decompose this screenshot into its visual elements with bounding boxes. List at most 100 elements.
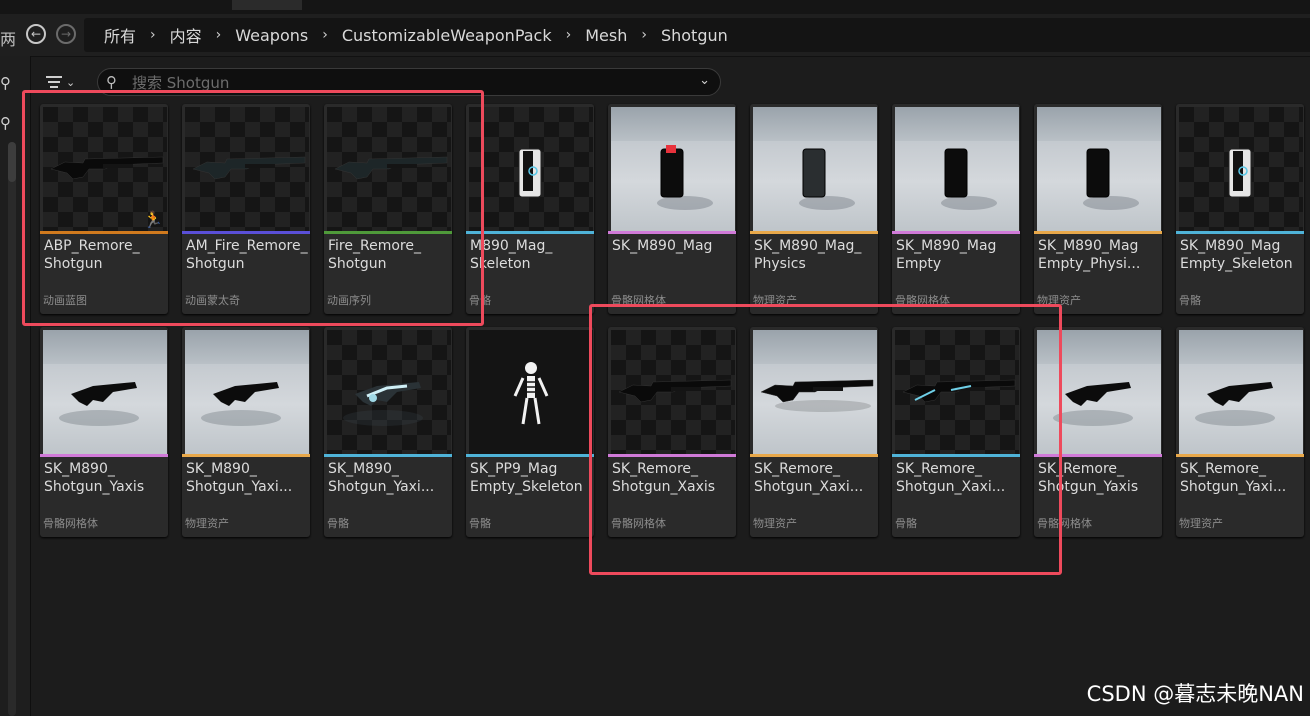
gun-y-preview bbox=[1053, 382, 1133, 426]
asset-type-color-bar bbox=[750, 454, 878, 457]
breadcrumb-item-mesh[interactable]: Mesh bbox=[585, 26, 627, 45]
mag-white-preview bbox=[1228, 148, 1252, 198]
asset-thumbnail bbox=[469, 330, 593, 454]
asset-thumbnail bbox=[611, 330, 735, 454]
asset-type-label: 骨骼 bbox=[469, 517, 491, 530]
shotgun-black-preview bbox=[760, 379, 874, 412]
gun-y-white-preview bbox=[343, 382, 423, 426]
chevron-right-icon[interactable]: › bbox=[322, 27, 328, 43]
asset-name: SK_M890_Mag Empty_Physi... bbox=[1038, 238, 1141, 272]
asset-type-color-bar bbox=[40, 231, 168, 234]
asset-name: M890_Mag_ Skeleton bbox=[470, 238, 553, 272]
search-icon[interactable]: ⚲ bbox=[0, 74, 11, 92]
asset-tile[interactable]: SK_M890_Mag Empty_Physi... 物理资产 bbox=[1034, 104, 1162, 314]
asset-tile[interactable]: SK_M890_ Shotgun_Yaxi... 骨骼 bbox=[324, 327, 452, 537]
arrow-right-circle-icon: → bbox=[60, 27, 72, 41]
asset-tile[interactable]: SK_M890_ Shotgun_Yaxis 骨骼网格体 bbox=[40, 327, 168, 537]
chevron-right-icon[interactable]: › bbox=[216, 27, 222, 43]
asset-tile[interactable]: SK_Remore_ Shotgun_Yaxis 骨骼网格体 bbox=[1034, 327, 1162, 537]
panel-edge-label: 两 bbox=[0, 30, 17, 49]
window-tab[interactable] bbox=[232, 0, 302, 10]
asset-tile[interactable]: 🏃 ABP_Remore_ Shotgun 动画蓝图 bbox=[40, 104, 168, 314]
asset-tile[interactable]: SK_M890_Mag_ Physics 物理资产 bbox=[750, 104, 878, 314]
asset-name: SK_PP9_Mag Empty_Skeleton bbox=[470, 461, 583, 495]
asset-thumbnail bbox=[327, 107, 451, 231]
asset-thumbnail bbox=[469, 107, 593, 231]
skeleton-preview bbox=[513, 362, 549, 425]
asset-tile[interactable]: Fire_Remore_ Shotgun 动画序列 bbox=[324, 104, 452, 314]
asset-type-color-bar bbox=[324, 454, 452, 457]
breadcrumb-item-weapons[interactable]: Weapons bbox=[235, 26, 308, 45]
breadcrumb: 所有 › 内容 › Weapons › CustomizableWeaponPa… bbox=[84, 18, 1310, 52]
asset-tile[interactable]: SK_M890_Mag 骨骼网格体 bbox=[608, 104, 736, 314]
search-icon: ⚲ bbox=[106, 73, 117, 91]
search-input[interactable] bbox=[130, 71, 674, 95]
window-tab-strip bbox=[0, 0, 1310, 14]
asset-name: SK_M890_Mag Empty_Skeleton bbox=[1180, 238, 1293, 272]
asset-tile[interactable]: SK_Remore_ Shotgun_Xaxi... 物理资产 bbox=[750, 327, 878, 537]
asset-type-label: 骨骼 bbox=[895, 517, 917, 530]
asset-tile[interactable]: SK_Remore_ Shotgun_Xaxi... 骨骼 bbox=[892, 327, 1020, 537]
asset-tile[interactable]: SK_PP9_Mag Empty_Skeleton 骨骼 bbox=[466, 327, 594, 537]
asset-tile[interactable]: M890_Mag_ Skeleton 骨骼 bbox=[466, 104, 594, 314]
asset-name: SK_M890_Mag_ Physics bbox=[754, 238, 862, 272]
asset-name: ABP_Remore_ Shotgun bbox=[44, 238, 140, 272]
breadcrumb-item-content[interactable]: 内容 bbox=[170, 23, 202, 47]
arrow-left-circle-icon: ← bbox=[30, 27, 42, 41]
asset-type-label: 骨骼 bbox=[1179, 294, 1201, 307]
asset-type-color-bar bbox=[182, 454, 310, 457]
breadcrumb-item-shotgun[interactable]: Shotgun bbox=[661, 26, 728, 45]
asset-tile[interactable]: SK_Remore_ Shotgun_Yaxi... 物理资产 bbox=[1176, 327, 1304, 537]
asset-type-label: 物理资产 bbox=[1037, 294, 1081, 307]
asset-tile[interactable]: SK_M890_Mag Empty_Skeleton 骨骼 bbox=[1176, 104, 1304, 314]
asset-name: SK_Remore_ Shotgun_Xaxis bbox=[612, 461, 716, 495]
chevron-right-icon[interactable]: › bbox=[641, 27, 647, 43]
search-box[interactable]: ⚲ ⌄ bbox=[97, 68, 721, 96]
sources-panel-collapsed: ⚲ ⚲ bbox=[0, 56, 31, 716]
asset-thumbnail bbox=[895, 330, 1019, 454]
back-button[interactable]: ← bbox=[26, 24, 46, 44]
asset-tile[interactable]: SK_Remore_ Shotgun_Xaxis 骨骼网格体 bbox=[608, 327, 736, 537]
asset-type-label: 物理资产 bbox=[1179, 517, 1223, 530]
mag-red-preview bbox=[657, 145, 713, 210]
scrollbar[interactable] bbox=[8, 142, 16, 716]
scrollbar-thumb[interactable] bbox=[8, 142, 16, 182]
asset-type-color-bar bbox=[892, 454, 1020, 457]
asset-name: SK_M890_Mag Empty bbox=[896, 238, 997, 272]
chevron-right-icon[interactable]: › bbox=[150, 27, 156, 43]
asset-type-color-bar bbox=[1176, 231, 1304, 234]
mag-black-preview bbox=[1083, 148, 1139, 210]
shotgun-preview bbox=[618, 379, 732, 403]
asset-type-label: 骨骼 bbox=[469, 294, 491, 307]
search-icon[interactable]: ⚲ bbox=[0, 114, 11, 132]
asset-thumbnail bbox=[43, 330, 167, 454]
shotgun-dim-preview bbox=[334, 156, 448, 180]
mag-white-preview bbox=[518, 148, 542, 198]
asset-thumbnail bbox=[1179, 330, 1303, 454]
asset-thumbnail bbox=[1037, 330, 1161, 454]
asset-name: AM_Fire_Remore_ Shotgun bbox=[186, 238, 308, 272]
asset-thumbnail bbox=[1179, 107, 1303, 231]
asset-name: SK_M890_Mag bbox=[612, 238, 713, 254]
shotgun-blue-preview bbox=[902, 379, 1016, 403]
asset-name: SK_M890_ Shotgun_Yaxi... bbox=[186, 461, 293, 495]
asset-type-label: 骨骼网格体 bbox=[43, 517, 98, 530]
asset-thumbnail bbox=[753, 107, 877, 231]
asset-type-label: 动画序列 bbox=[327, 294, 371, 307]
watermark: CSDN @暮志未晚NAN bbox=[1086, 682, 1304, 706]
forward-button[interactable]: → bbox=[56, 24, 76, 44]
asset-tile[interactable]: SK_M890_Mag Empty 骨骼网格体 bbox=[892, 104, 1020, 314]
asset-type-label: 骨骼网格体 bbox=[611, 294, 666, 307]
shotgun-dim-preview bbox=[192, 156, 306, 180]
asset-thumbnail bbox=[185, 330, 309, 454]
chevron-down-icon[interactable]: ⌄ bbox=[699, 73, 710, 88]
asset-tile[interactable]: SK_M890_ Shotgun_Yaxi... 物理资产 bbox=[182, 327, 310, 537]
mag-dark-preview bbox=[799, 148, 855, 210]
gun-y-preview bbox=[59, 382, 139, 426]
chevron-right-icon[interactable]: › bbox=[566, 27, 572, 43]
asset-tile[interactable]: AM_Fire_Remore_ Shotgun 动画蒙太奇 bbox=[182, 104, 310, 314]
breadcrumb-item-customizableweaponpack[interactable]: CustomizableWeaponPack bbox=[342, 26, 552, 45]
animation-blueprint-icon: 🏃 bbox=[143, 210, 163, 229]
breadcrumb-item-all[interactable]: 所有 bbox=[104, 23, 136, 47]
filter-button[interactable]: ⌄ bbox=[46, 70, 75, 94]
